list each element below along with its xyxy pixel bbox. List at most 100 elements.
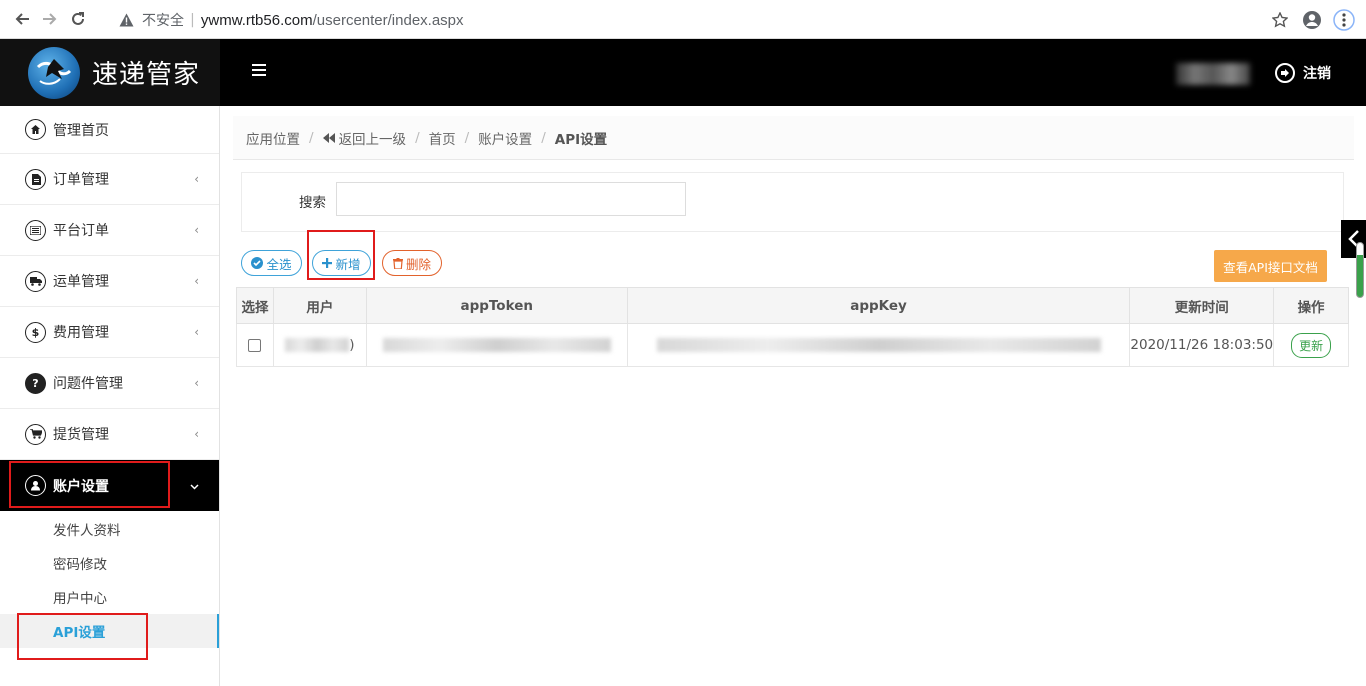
table-row: ) 2020/11/26 18:03:50 更新 [236, 323, 1349, 367]
url-text: ywmw.rtb56.com/usercenter/index.aspx [201, 12, 464, 29]
search-input[interactable] [336, 182, 686, 216]
row-select-cell [236, 323, 274, 367]
back-arrow-icon[interactable] [8, 5, 36, 33]
url-host: ywmw.rtb56.com [200, 11, 313, 29]
reload-icon[interactable] [64, 5, 92, 33]
sidebar-item-orders[interactable]: 订单管理 ‹ [0, 154, 219, 205]
sidebar-subitem-user-center[interactable]: 用户中心 [0, 580, 219, 614]
question-icon: ? [25, 372, 46, 394]
chevron-left-icon: ‹ [194, 325, 199, 339]
app-header: 速递管家 注销 [0, 39, 1366, 106]
trash-icon [392, 257, 403, 269]
sidebar-item-label: 账户设置 [53, 478, 109, 495]
sidebar-item-label: 问题件管理 [53, 376, 123, 392]
sidebar-subitem-sender-info[interactable]: 发件人资料 [0, 512, 219, 546]
row-user-cell: ) [272, 323, 367, 367]
home-icon [25, 119, 46, 140]
chevron-left-icon: ‹ [194, 274, 199, 288]
breadcrumb-current: API设置 [554, 131, 608, 148]
update-button[interactable]: 更新 [1291, 332, 1332, 358]
hamburger-menu-icon[interactable] [252, 57, 266, 81]
address-bar[interactable]: 不安全 | ywmw.rtb56.com/usercenter/index.as… [104, 6, 1294, 34]
sidebar-item-label: 订单管理 [53, 172, 109, 188]
column-header-apptoken: appToken [365, 287, 628, 324]
scroll-indicator[interactable] [1356, 242, 1364, 298]
chevron-left-icon: ‹ [194, 376, 199, 390]
logo[interactable]: 速递管家 [0, 39, 220, 106]
blurred-username [1176, 63, 1250, 85]
sidebar-subitem-change-password[interactable]: 密码修改 [0, 546, 219, 580]
sidebar-item-account-settings[interactable]: 账户设置 [0, 460, 219, 511]
row-checkbox[interactable] [248, 338, 262, 352]
check-circle-icon [251, 257, 264, 269]
row-appkey-cell [626, 323, 1131, 367]
column-header-action: 操作 [1273, 287, 1349, 324]
sidebar-item-platform-orders[interactable]: 平台订单 ‹ [0, 205, 219, 256]
breadcrumb-separator: / [309, 129, 314, 146]
main-content: 应用位置 / 返回上一级 / 首页 / 账户设置 / API设置 搜索 全选 新… [221, 106, 1366, 686]
blurred-user [285, 338, 350, 352]
column-header-appkey: appKey [626, 287, 1131, 324]
table-header-row: 选择 用户 appToken appKey 更新时间 操作 [236, 287, 1349, 324]
add-button[interactable]: 新增 [312, 250, 371, 276]
sidebar-item-label: 提货管理 [53, 427, 109, 443]
column-header-select: 选择 [236, 287, 274, 324]
warning-icon [118, 12, 134, 28]
chevron-left-icon: ‹ [194, 172, 199, 186]
forward-arrow-icon[interactable] [36, 5, 64, 33]
sidebar-subitem-api-settings[interactable]: API设置 [0, 614, 219, 648]
api-table: 选择 用户 appToken appKey 更新时间 操作 ) 2020/11/… [236, 287, 1349, 367]
logout-label: 注销 [1303, 66, 1331, 82]
column-header-user: 用户 [272, 287, 367, 324]
row-apptoken-cell [365, 323, 628, 367]
sidebar-item-label: 平台订单 [53, 223, 109, 239]
security-label: 不安全 [142, 13, 184, 29]
column-header-updated: 更新时间 [1129, 287, 1275, 324]
sidebar-item-fees[interactable]: $ 费用管理 ‹ [0, 307, 219, 358]
select-all-button[interactable]: 全选 [241, 250, 302, 276]
breadcrumb-root: 应用位置 [246, 131, 300, 148]
breadcrumb-separator: / [541, 129, 546, 146]
delete-button[interactable]: 删除 [382, 250, 442, 276]
search-label: 搜索 [299, 195, 326, 211]
cart-icon [25, 423, 46, 445]
document-icon [25, 168, 46, 190]
blurred-appkey [656, 338, 1101, 352]
select-all-label: 全选 [266, 256, 292, 272]
breadcrumb-back-label: 返回上一级 [338, 131, 407, 148]
logout-button[interactable]: 注销 [1275, 63, 1331, 83]
row-user-suffix: ) [349, 337, 355, 353]
sidebar: 管理首页 订单管理 ‹ 平台订单 ‹ 运单管理 ‹ $ 费用管理 ‹ ? 问题件… [0, 106, 220, 686]
add-label: 新增 [335, 256, 361, 272]
sidebar-item-waybills[interactable]: 运单管理 ‹ [0, 256, 219, 307]
chevron-left-icon: ‹ [194, 223, 199, 237]
delete-label: 删除 [405, 256, 431, 272]
dollar-icon: $ [25, 321, 46, 343]
breadcrumb-separator: / [415, 129, 420, 146]
sidebar-item-problem-parcels[interactable]: ? 问题件管理 ‹ [0, 358, 219, 409]
globe-logo-icon [28, 46, 80, 99]
breadcrumb-home-link[interactable]: 首页 [429, 128, 456, 148]
star-icon[interactable] [1264, 4, 1296, 36]
search-panel: 搜索 [241, 172, 1344, 232]
chevron-left-icon: ‹ [194, 427, 199, 441]
sidebar-item-pickup[interactable]: 提货管理 ‹ [0, 409, 219, 460]
chevron-down-icon [190, 479, 199, 493]
breadcrumb: 应用位置 / 返回上一级 / 首页 / 账户设置 / API设置 [233, 116, 1354, 160]
breadcrumb-section-link[interactable]: 账户设置 [478, 128, 532, 148]
url-path: /usercenter/index.aspx [312, 11, 464, 29]
view-api-doc-button[interactable]: 查看API接口文档 [1214, 250, 1327, 282]
breadcrumb-back-link[interactable]: 返回上一级 [322, 128, 407, 148]
app-title: 速递管家 [92, 60, 201, 90]
double-left-arrow-icon [322, 132, 335, 143]
breadcrumb-separator: / [464, 129, 470, 146]
url-separator: | [190, 12, 195, 28]
sidebar-item-home[interactable]: 管理首页 [0, 106, 219, 154]
menu-dots-icon[interactable] [1328, 4, 1360, 36]
truck-icon [25, 270, 46, 292]
user-icon [25, 475, 46, 496]
profile-icon[interactable] [1296, 4, 1328, 36]
list-icon [25, 219, 46, 241]
logout-icon [1275, 63, 1295, 83]
sidebar-item-label: 费用管理 [53, 325, 109, 341]
